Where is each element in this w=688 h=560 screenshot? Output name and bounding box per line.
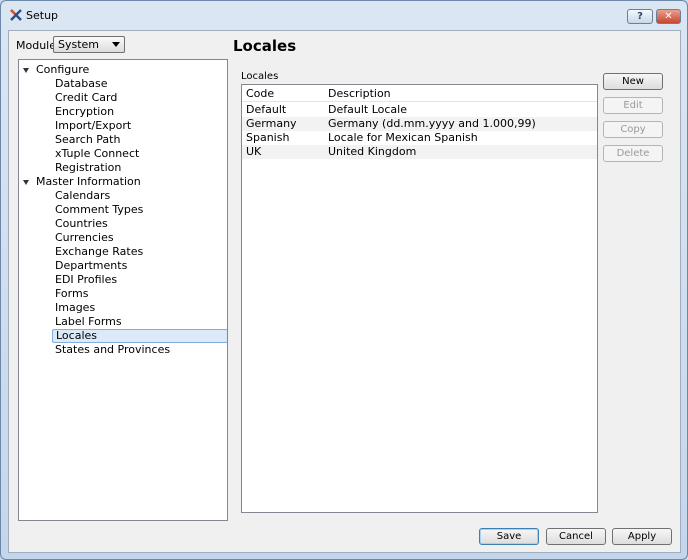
cell-code: Default: [246, 103, 287, 116]
tree-item[interactable]: Forms: [52, 287, 91, 301]
tree-item[interactable]: Registration: [52, 161, 124, 175]
tree-item[interactable]: Calendars: [52, 189, 113, 203]
save-button[interactable]: Save: [479, 528, 539, 545]
cell-code: Germany: [246, 117, 297, 130]
cell-code: Spanish: [246, 131, 290, 144]
column-header-description[interactable]: Description: [328, 87, 391, 100]
title-bar[interactable]: Setup ? ✕: [1, 1, 687, 31]
apply-button[interactable]: Apply: [612, 528, 672, 545]
cell-description: Germany (dd.mm.yyyy and 1.000,99): [328, 117, 536, 130]
tree-group[interactable]: Configure: [23, 63, 89, 77]
dropdown-arrow-icon: [112, 42, 120, 47]
tree-item[interactable]: Credit Card: [52, 91, 120, 105]
page-title: Locales: [233, 37, 297, 55]
tree-item-label: EDI Profiles: [55, 273, 118, 286]
tree-item[interactable]: Import/Export: [52, 119, 134, 133]
tree-item[interactable]: Departments: [52, 259, 130, 273]
xtuple-x-icon: [10, 9, 22, 21]
tree-item[interactable]: Images: [52, 301, 98, 315]
delete-button[interactable]: Delete: [603, 145, 663, 162]
table-row[interactable]: Default Default Locale: [242, 103, 597, 117]
tree-item[interactable]: Search Path: [52, 133, 123, 147]
tree-item-label: Currencies: [55, 231, 114, 244]
tree-item[interactable]: xTuple Connect: [52, 147, 142, 161]
setup-tree[interactable]: Configure Database Credit Card Encryption Im…: [18, 59, 228, 521]
cell-code: UK: [246, 145, 262, 158]
tree-item-label: Configure: [36, 63, 90, 76]
tree-item-label: Database: [55, 77, 108, 90]
tree-item[interactable]: Countries: [52, 217, 111, 231]
table-header: Code Description: [242, 85, 597, 102]
dialog-client-area: Module: System Configure Database Credit C…: [8, 30, 681, 553]
tree-item-label: Master Information: [36, 175, 141, 188]
column-header-code[interactable]: Code: [246, 87, 274, 100]
tree-item-label: Calendars: [55, 189, 111, 202]
tree-item-label: xTuple Connect: [55, 147, 140, 160]
cell-description: Locale for Mexican Spanish: [328, 131, 478, 144]
tree-item-label: Registration: [55, 161, 122, 174]
table-row[interactable]: UK United Kingdom: [242, 145, 597, 159]
copy-button[interactable]: Copy: [603, 121, 663, 138]
help-button[interactable]: ?: [627, 9, 653, 24]
new-button[interactable]: New: [603, 73, 663, 90]
edit-button[interactable]: Edit: [603, 97, 663, 114]
tree-item-label: Exchange Rates: [55, 245, 144, 258]
tree-item-label: Countries: [55, 217, 108, 230]
tree-item[interactable]: States and Provinces: [52, 343, 173, 357]
table-row[interactable]: Spanish Locale for Mexican Spanish: [242, 131, 597, 145]
tree-item[interactable]: Label Forms: [52, 315, 125, 329]
expand-arrow-icon[interactable]: [23, 67, 29, 73]
tree-item[interactable]: Exchange Rates: [52, 245, 146, 259]
tree-item[interactable]: Locales: [52, 329, 227, 343]
tree-item-label: Departments: [55, 259, 128, 272]
help-icon: ?: [637, 11, 643, 22]
tree-item-label: Encryption: [55, 105, 115, 118]
tree-item[interactable]: Database: [52, 77, 111, 91]
tree-group[interactable]: Master Information: [23, 175, 141, 189]
locales-table[interactable]: Code Description Default Default Locale Ge…: [241, 84, 598, 513]
tree-item-label: Comment Types: [55, 203, 144, 216]
tree-item-label: Locales: [56, 329, 98, 342]
tree-item[interactable]: EDI Profiles: [52, 273, 120, 287]
tree-item-label: Search Path: [55, 133, 121, 146]
cancel-button[interactable]: Cancel: [546, 528, 606, 545]
tree-item-label: Label Forms: [55, 315, 122, 328]
close-button[interactable]: ✕: [656, 9, 681, 24]
tree-item[interactable]: Encryption: [52, 105, 117, 119]
tree-item-label: Forms: [55, 287, 89, 300]
tree-item-label: Import/Export: [55, 119, 132, 132]
module-select-value: System: [58, 38, 100, 51]
expand-arrow-icon[interactable]: [23, 179, 29, 185]
tree-item-label: Credit Card: [55, 91, 118, 104]
cell-description: United Kingdom: [328, 145, 417, 158]
module-select[interactable]: System: [53, 36, 125, 53]
table-row[interactable]: Germany Germany (dd.mm.yyyy and 1.000,99): [242, 117, 597, 131]
tree-item-label: Images: [55, 301, 96, 314]
cell-description: Default Locale: [328, 103, 407, 116]
locales-table-label: Locales: [241, 71, 279, 82]
tree-item-label: States and Provinces: [55, 343, 171, 356]
tree-item[interactable]: Comment Types: [52, 203, 146, 217]
window-title: Setup: [26, 9, 59, 22]
tree-item[interactable]: Currencies: [52, 231, 117, 245]
setup-window: Setup ? ✕ Module: System Configure Databa…: [0, 0, 688, 560]
close-icon: ✕: [664, 11, 673, 22]
